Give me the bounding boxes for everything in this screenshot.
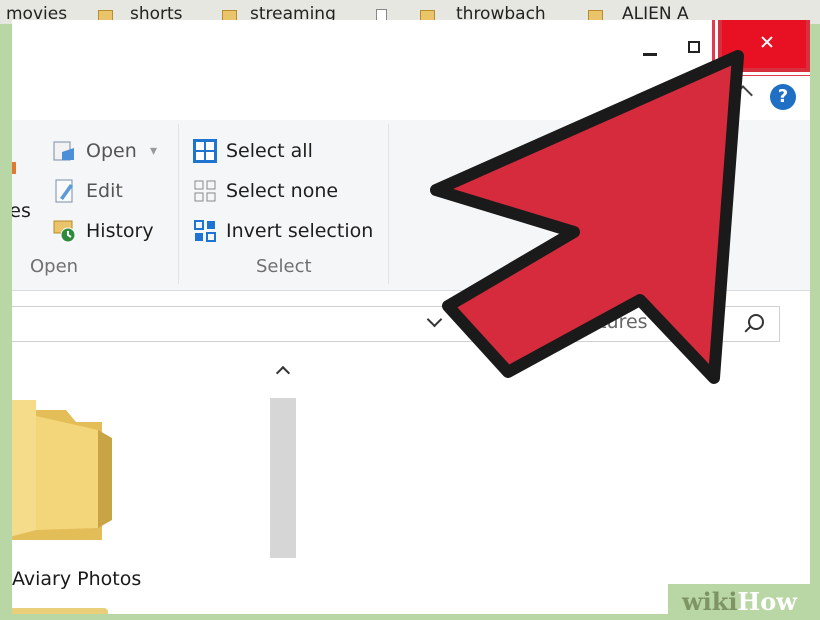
scrollbar[interactable] bbox=[270, 356, 296, 558]
scroll-thumb[interactable] bbox=[270, 398, 296, 558]
title-bar bbox=[12, 20, 810, 78]
search-icon[interactable] bbox=[748, 314, 764, 330]
dropdown-icon: ▾ bbox=[150, 143, 158, 159]
select-none-icon bbox=[194, 180, 216, 202]
properties-icon bbox=[12, 162, 16, 174]
open-icon bbox=[53, 141, 74, 161]
properties-partial-label: ies bbox=[12, 200, 31, 222]
file-list: Aviary Photos bbox=[12, 350, 810, 614]
history-label: History bbox=[86, 220, 154, 242]
watermark-part2: How bbox=[737, 587, 797, 616]
invert-selection-label: Invert selection bbox=[226, 220, 374, 242]
ribbon-separator bbox=[178, 124, 179, 284]
help-button[interactable]: ? bbox=[770, 84, 796, 110]
folder-icon[interactable] bbox=[12, 608, 108, 614]
ribbon: ies Open ▾ Edit bbox=[12, 120, 810, 291]
close-button[interactable] bbox=[718, 20, 810, 72]
screenshot: movies shorts streaming throwbach ALIEN … bbox=[0, 0, 820, 620]
select-none-label: Select none bbox=[226, 180, 339, 202]
address-search-bar: Search Pictures bbox=[12, 306, 780, 342]
ribbon-tab-row: ? bbox=[12, 76, 810, 121]
watermark-part1: wiki bbox=[682, 587, 738, 616]
ribbon-separator bbox=[388, 124, 389, 284]
address-dropdown-icon[interactable] bbox=[426, 311, 443, 328]
wikihow-watermark: wikiHow bbox=[668, 584, 820, 620]
folder-label[interactable]: Aviary Photos bbox=[12, 568, 141, 590]
select-group-label: Select bbox=[256, 256, 312, 277]
select-all-label: Select all bbox=[226, 140, 313, 162]
select-all-icon bbox=[193, 139, 217, 163]
maximize-button[interactable] bbox=[674, 26, 714, 76]
history-icon bbox=[53, 220, 76, 243]
scroll-up-icon[interactable] bbox=[275, 365, 291, 381]
edit-label: Edit bbox=[86, 180, 123, 202]
open-label: Open bbox=[86, 140, 137, 162]
edit-icon bbox=[55, 179, 73, 203]
invert-selection-icon bbox=[194, 220, 216, 242]
search-input[interactable]: Search Pictures bbox=[501, 311, 648, 333]
collapse-ribbon-icon[interactable] bbox=[733, 85, 753, 105]
properties-partial[interactable]: ies bbox=[12, 196, 31, 226]
minimize-button[interactable] bbox=[630, 26, 670, 76]
open-group-label: Open bbox=[30, 256, 79, 277]
folder-icon[interactable] bbox=[12, 370, 116, 540]
file-explorer-window: ? ies Open ▾ bbox=[12, 20, 810, 614]
